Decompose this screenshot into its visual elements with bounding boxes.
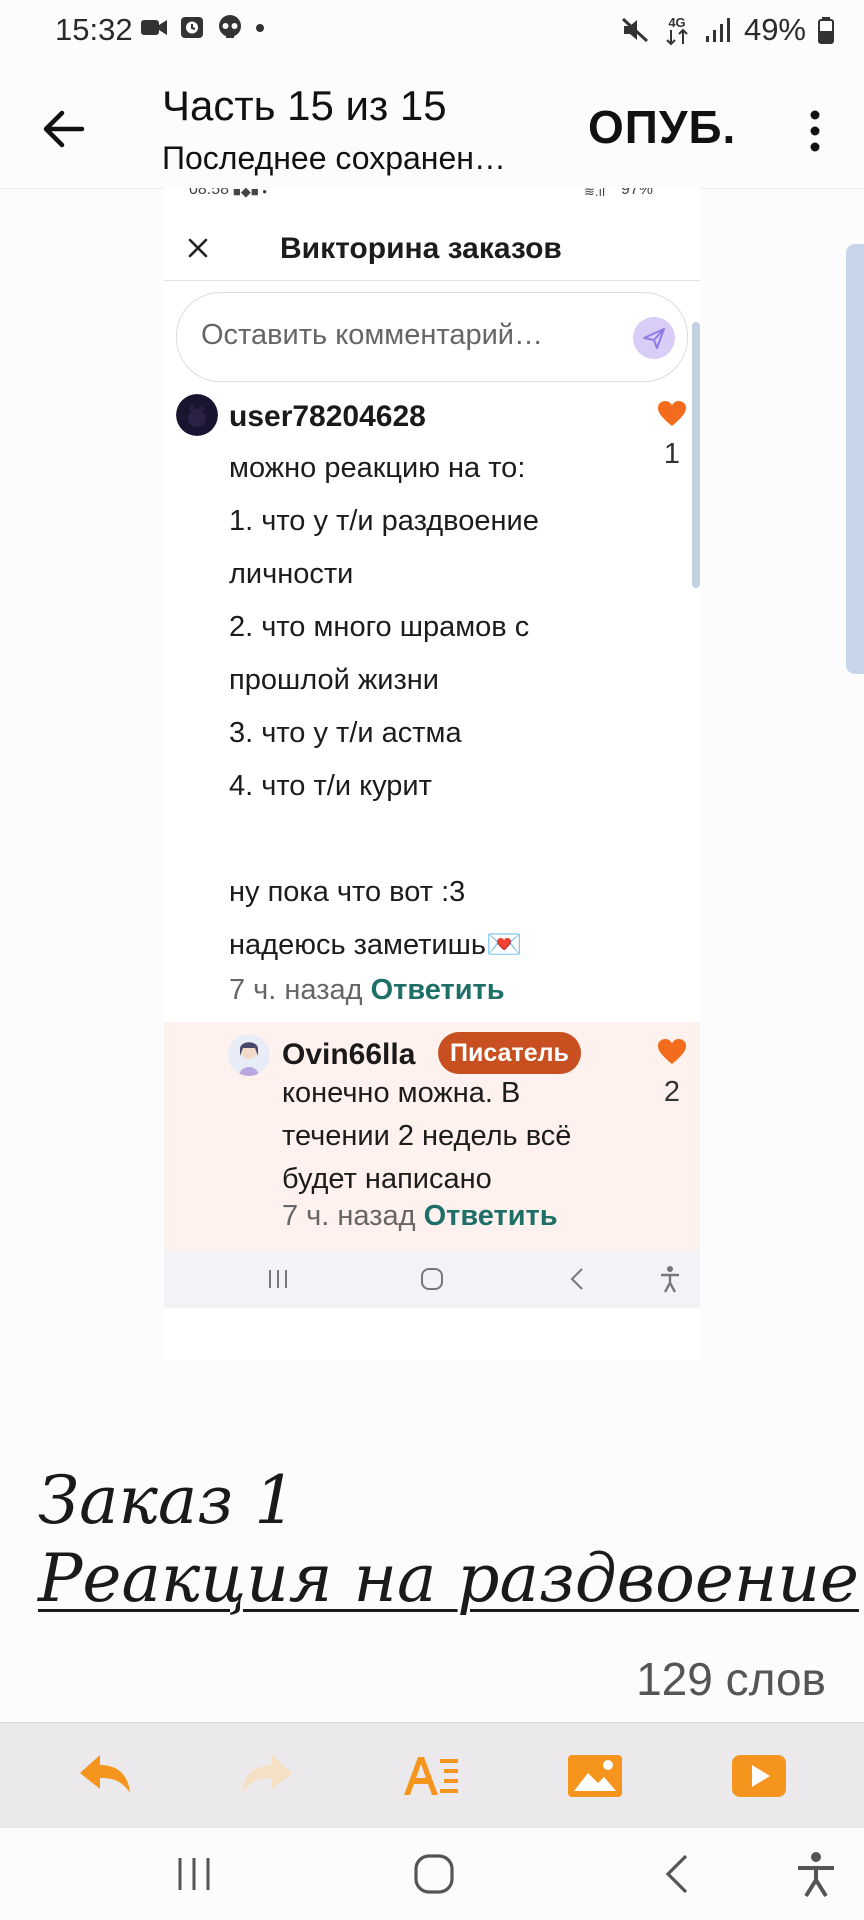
embedded-status-battery: 97% [621,188,654,198]
like-count: 2 [663,1076,681,1108]
insert-image-icon[interactable] [566,1749,624,1803]
system-navigation-bar [0,1828,864,1920]
home-icon [421,1268,443,1290]
comment-line: личности [229,558,354,590]
mute-icon [621,17,648,43]
page-scrollbar[interactable] [846,244,864,674]
comment-line: надеюсь заметишь💌 [229,929,523,961]
comment-meta: 7 ч. назад Ответить [229,974,505,1007]
comment-line: 1. что у т/и раздвоение [229,505,539,537]
comment-username: user78204628 [229,400,426,433]
embedded-screenshot-image[interactable]: 08:58 ■◆■ • ≋.ıl 97% Викторина заказов О… [164,188,700,1360]
embedded-comment-field: Оставить комментарий… [176,292,688,382]
battery-percent: 49% [743,12,806,47]
close-icon [188,238,208,258]
embedded-status-time: 08:58 [189,188,230,198]
comment-time: 7 ч. назад [229,974,363,1006]
editor-subheading[interactable]: Реакция на раздвоение [38,1540,859,1617]
comment-time: 7 ч. назад [282,1200,416,1232]
embedded-nav-bar [164,1250,700,1308]
comment-text: конечно можна. В течении 2 недель всё бу… [282,1072,571,1201]
embedded-status-icons: ■◆■ • [233,188,267,199]
comment-line: конечно можна. В [282,1077,521,1109]
embedded-title: Викторина заказов [280,232,562,265]
top-app-bar: Часть 15 из 15 Последнее сохранен… ОПУБ. [0,64,864,189]
comment-username: Ovin66lla [282,1038,416,1071]
comment-line: можно реакцию на то: [229,452,526,484]
status-time: 15:32 [55,12,133,47]
more-vertical-icon[interactable] [800,106,830,156]
send-icon [633,317,675,359]
comment-line: течении 2 недель всё [282,1120,572,1152]
like-count: 1 [663,438,681,470]
dot-icon [256,24,264,32]
video-camera-icon [141,20,167,35]
heart-icon [658,1039,686,1064]
chapter-title: Часть 15 из 15 [162,82,447,129]
avatar [228,1034,270,1076]
comment-line: прошлой жизни [229,664,439,696]
comment-text: можно реакцию на то: 1. что у т/и раздво… [229,442,539,972]
comment-meta: 7 ч. назад Ответить [282,1200,558,1233]
alarm-icon [181,17,203,38]
data-arrows-icon: 4G [666,15,688,46]
reply-link: Ответить [423,1200,558,1232]
battery-icon [818,17,834,44]
embedded-header: Викторина заказов [164,216,700,281]
embedded-status-bar: 08:58 ■◆■ • ≋.ıl 97% [189,188,689,202]
insert-video-icon[interactable] [730,1749,788,1803]
undo-icon[interactable] [76,1749,134,1803]
last-saved-status: Последнее сохранен… [162,140,506,176]
publish-button[interactable]: ОПУБ. [588,100,736,154]
word-count: 129 слов [636,1653,826,1705]
reply-comment: Ovin66lla Писатель 2 конечно можна. В те… [164,1022,700,1250]
editor-toolbar [0,1722,864,1829]
accessibility-icon[interactable] [792,1850,840,1898]
comment-line: 4. что т/и курит [229,770,432,802]
comment-placeholder: Оставить комментарий… [201,319,543,351]
back-icon[interactable] [654,1850,702,1898]
home-icon[interactable] [410,1850,458,1898]
status-bar: 15:32 4G 49% [0,0,864,64]
back-arrow-icon[interactable] [38,104,88,154]
accessibility-icon [661,1266,679,1293]
comment-line: 3. что у т/и астма [229,717,462,749]
back-icon [570,1268,583,1290]
heart-icon [658,401,686,426]
text-format-icon[interactable] [402,1749,460,1803]
writer-badge: Писатель [438,1032,581,1074]
signal-icon [705,18,730,42]
embedded-scrollbar [692,322,700,588]
redo-icon[interactable] [238,1749,296,1803]
network-type: 4G [668,15,685,30]
reply-link: Ответить [370,974,505,1006]
skull-icon [219,15,241,38]
embedded-signal-icon: ≋.ıl [584,188,606,199]
recents-icon[interactable] [170,1850,218,1898]
recents-icon [269,1270,287,1288]
comment-line: будет написано [282,1163,492,1195]
comment-line [229,813,539,866]
comment-line: ну пока что вот :3 [229,876,466,908]
avatar [176,394,218,436]
editor-heading[interactable]: Заказ 1 [38,1462,296,1539]
comment-line: 2. что много шрамов с [229,611,530,643]
